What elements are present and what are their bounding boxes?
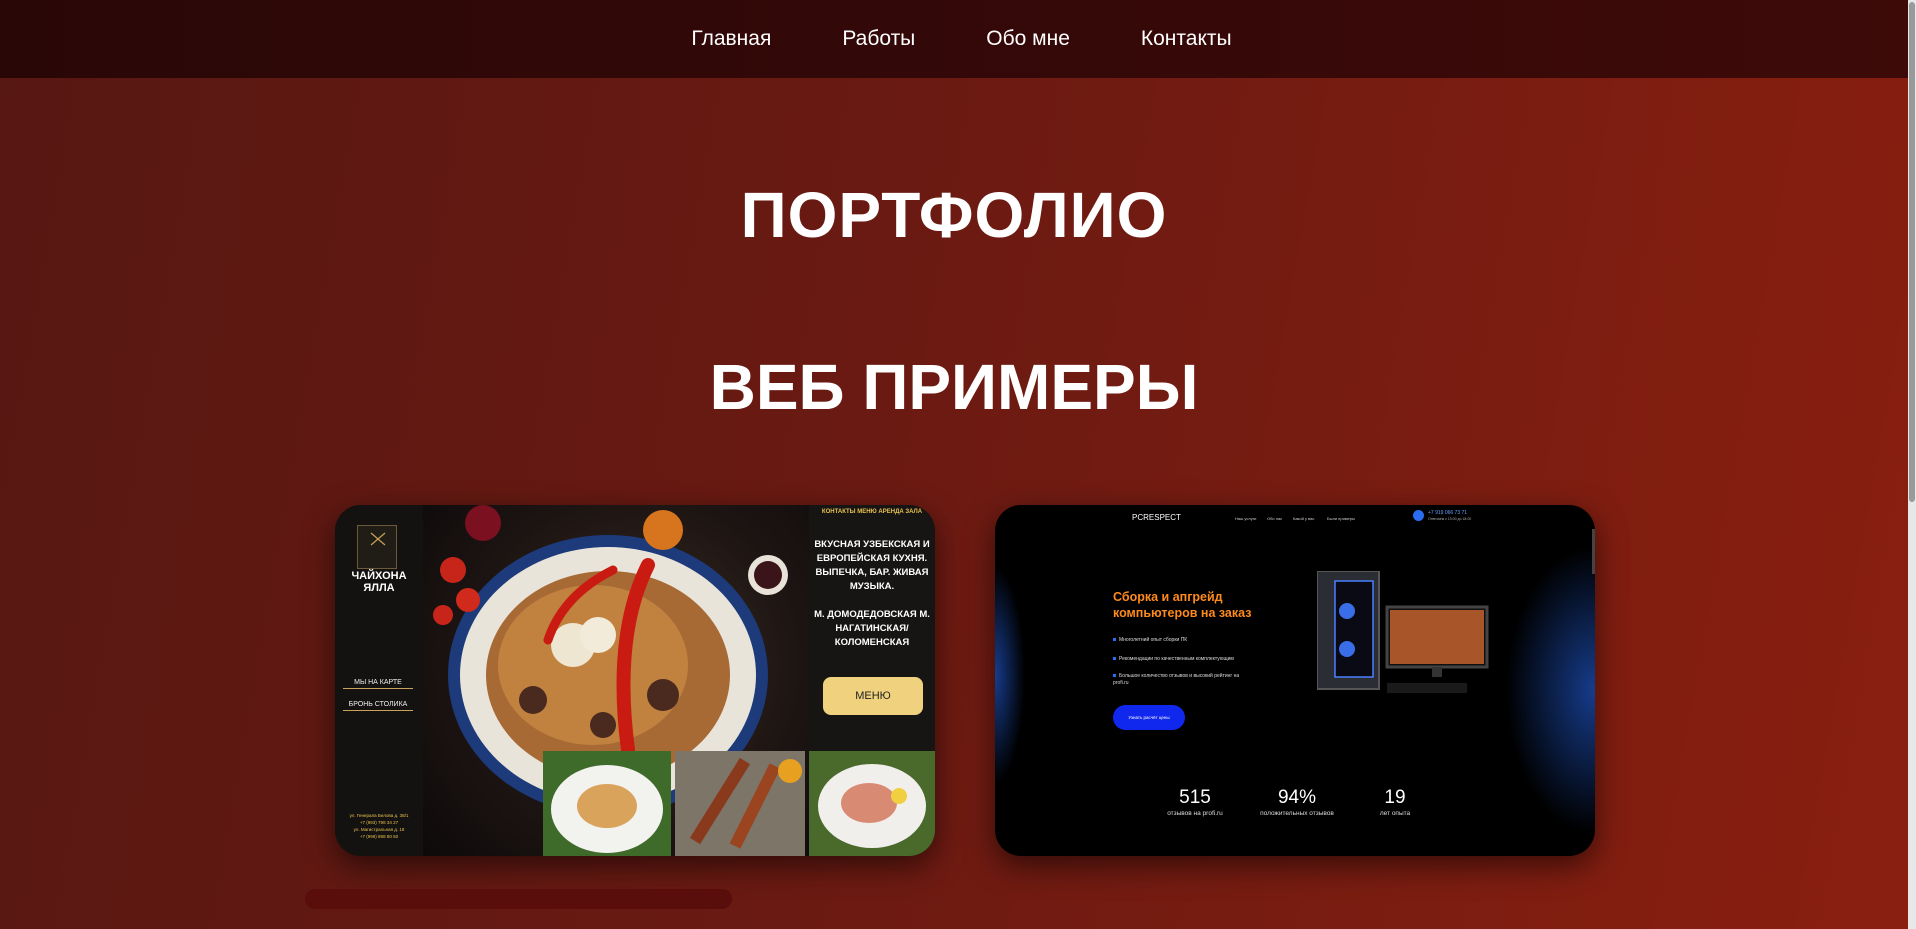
project-card-pcrespect[interactable]: PCRESPECT Наш услуги Обо нас Какой у вас… [995, 505, 1595, 856]
chaihona-map-link[interactable]: МЫ НА КАРТЕ [343, 679, 413, 689]
chaihona-phone-1: +7 (993) 798 34 27 [359, 820, 399, 825]
pcrespect-logo[interactable]: PCRESPECT [1132, 513, 1181, 522]
kebab-illustration [675, 751, 805, 856]
pc-phone-number[interactable]: +7 919 066 73 71 [1428, 510, 1467, 516]
project-card-chaihona[interactable]: ЧАЙХОНА ЯЛЛА МЫ НА КАРТЕ БРОНЬ СТОЛИКА у… [335, 505, 935, 856]
blue-glow-right [1505, 545, 1595, 835]
pc-hero-title-line1: Сборка и апгрейд [1113, 590, 1223, 604]
pc-hero-title: Сборка и апгрейд компьютеров на заказ [1113, 589, 1251, 621]
top-navigation: Главная Работы Обо мне Контакты [0, 0, 1916, 78]
pc-setup-illustration [1317, 571, 1489, 693]
pc-stat-reviews-label: отзывов на profi.ru [1167, 810, 1223, 817]
chaihona-metro: М. ДОМОДЕДОВСКАЯ М. НАГАТИНСКАЯ/ КОЛОМЕН… [814, 609, 930, 648]
pc-price-button[interactable]: Узнать расчёт цены [1113, 705, 1185, 730]
pc-nav-services[interactable]: Наш услуги [1235, 516, 1256, 521]
page-scrollbar-thumb[interactable] [1909, 2, 1915, 502]
chaihona-menu-button[interactable]: МЕНЮ [823, 677, 923, 715]
chaihona-title: ЧАЙХОНА ЯЛЛА [351, 570, 407, 594]
pc-nav-price[interactable]: Какой у вас [1293, 516, 1314, 521]
pc-stat-reviews-value: 515 [1179, 787, 1211, 808]
dish-photo-salad [543, 751, 671, 856]
page-title: ПОРТФОЛИО [740, 179, 1168, 251]
noodles-illustration [809, 751, 935, 856]
carousel-scrollbar[interactable] [305, 889, 732, 909]
chaihona-sidebar: ЧАЙХОНА ЯЛЛА МЫ НА КАРТЕ БРОНЬ СТОЛИКА у… [335, 505, 423, 856]
nav-link-home[interactable]: Главная [684, 27, 771, 51]
nav-link-contacts[interactable]: Контакты [1134, 27, 1232, 51]
pc-nav-examples[interactable]: Были примеры [1327, 516, 1355, 521]
chaihona-address-1: ул. Генерала Белова д. 38/1 [349, 813, 409, 818]
pc-stat-years-value: 19 [1384, 787, 1406, 808]
page-scrollbar-track[interactable] [1908, 0, 1916, 929]
pc-phone-note: Отвечаем с 10:00 до 18:00 [1428, 517, 1472, 521]
blue-glow-left [995, 565, 1025, 785]
phone-icon[interactable] [1413, 510, 1424, 521]
pc-nav-about[interactable]: Обо нас [1267, 516, 1282, 521]
pc-stat-positive-label: положительных отзывов [1260, 810, 1334, 817]
pc-bullet-3: Большое количество отзывов и высокий рей… [1113, 673, 1243, 687]
nav-link-works[interactable]: Работы [835, 27, 915, 51]
chaihona-address-2: ул. Магистральная д. 18 [353, 827, 405, 832]
pc-inner-scrollbar[interactable] [1592, 529, 1595, 574]
chaihona-booking-link[interactable]: БРОНЬ СТОЛИКА [343, 701, 413, 711]
chaihona-logo [357, 525, 397, 569]
section-title-web-examples: ВЕБ ПРИМЕРЫ [709, 351, 1199, 423]
pc-stat-positive-value: 94% [1277, 787, 1317, 808]
fork-knife-icon [370, 532, 386, 546]
dish-photo-noodles [809, 751, 935, 856]
chaihona-top-menu[interactable]: КОНТАКТЫ МЕНЮ АРЕНДА ЗАЛА [809, 509, 935, 515]
pc-stat-years-label: лет опыта [1379, 810, 1411, 817]
salad-illustration [543, 751, 671, 856]
dish-photo-kebab [675, 751, 805, 856]
chaihona-phone-2: +7 (999) 888 80 50 [359, 834, 399, 839]
chaihona-tagline: ВКУСНАЯ УЗБЕКСКАЯ И ЕВРОПЕЙСКАЯ КУХНЯ. В… [814, 539, 930, 592]
nav-link-about[interactable]: Обо мне [979, 27, 1070, 51]
pc-hero-title-line2: компьютеров на заказ [1113, 606, 1252, 620]
pc-bullet-2: Рекомендации по качественным комплектующ… [1113, 656, 1234, 662]
pc-bullet-1: Многолетний опыт сборки ПК [1113, 637, 1187, 643]
